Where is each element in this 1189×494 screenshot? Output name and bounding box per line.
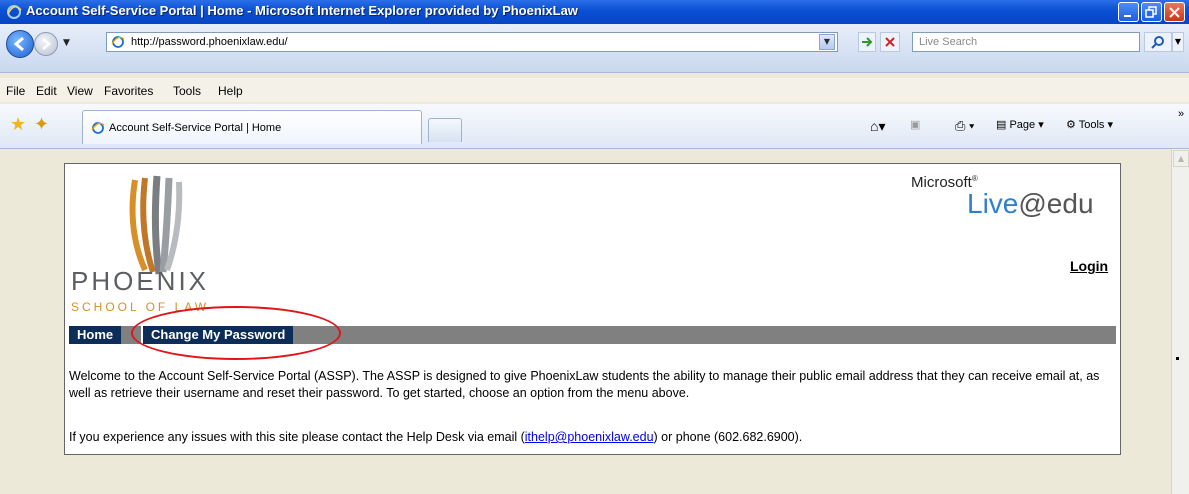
menu-view[interactable]: View bbox=[67, 84, 93, 98]
menu-favorites[interactable]: Favorites bbox=[104, 84, 153, 98]
highlight-circle bbox=[131, 306, 341, 360]
gear-icon: ⚙ bbox=[1066, 119, 1079, 131]
nav-home[interactable]: Home bbox=[69, 326, 122, 344]
scroll-up-icon[interactable]: ▲ bbox=[1173, 150, 1189, 167]
menu-file[interactable]: File bbox=[6, 84, 25, 98]
live-edu-brand: Live@edu bbox=[967, 188, 1094, 220]
address-url: http://password.phoenixlaw.edu/ bbox=[131, 36, 288, 48]
stop-icon bbox=[885, 37, 895, 47]
phoenix-logo-icon bbox=[129, 175, 183, 275]
help-prefix: If you experience any issues with this s… bbox=[69, 430, 525, 444]
tab-account-portal[interactable]: Account Self-Service Portal | Home bbox=[82, 110, 422, 144]
chevron-more-icon[interactable]: » bbox=[1178, 108, 1184, 120]
logo-wordmark: PHOENIX bbox=[71, 266, 210, 296]
add-favorite-icon[interactable]: ✦ bbox=[34, 114, 49, 135]
page-menu-label: Page bbox=[1009, 119, 1036, 131]
page-menu-button[interactable]: ▤ Page ▾ bbox=[996, 118, 1044, 131]
tab-label: Account Self-Service Portal | Home bbox=[109, 122, 282, 134]
history-dropdown-icon[interactable]: ▼ bbox=[63, 38, 70, 48]
portal-page: PHOENIX SCHOOL OF LAW Microsoft® Live@ed… bbox=[64, 163, 1121, 455]
window-title-bar[interactable]: Account Self-Service Portal | Home - Mic… bbox=[0, 0, 1189, 24]
search-options-icon[interactable]: ▼ bbox=[1172, 32, 1184, 52]
new-tab-button[interactable] bbox=[428, 118, 462, 142]
home-icon[interactable]: ⌂▾ bbox=[870, 118, 885, 135]
feeds-icon[interactable]: ▣ bbox=[910, 118, 920, 131]
maximize-button[interactable] bbox=[1141, 2, 1162, 22]
address-dropdown-icon[interactable]: ▼ bbox=[819, 34, 835, 50]
live-label: Live bbox=[967, 188, 1019, 219]
minimize-button[interactable] bbox=[1118, 2, 1139, 22]
viewport-dot bbox=[1176, 357, 1179, 360]
restore-icon bbox=[1145, 6, 1157, 18]
ie-logo-icon bbox=[7, 5, 22, 19]
vertical-scrollbar[interactable]: ▲ bbox=[1171, 149, 1189, 494]
close-button[interactable] bbox=[1164, 2, 1185, 22]
menu-tools[interactable]: Tools bbox=[173, 84, 201, 98]
page-menu-icon: ▤ bbox=[996, 119, 1010, 131]
help-email-link[interactable]: ithelp@phoenixlaw.edu bbox=[525, 430, 654, 444]
microsoft-label: Microsoft bbox=[911, 174, 972, 191]
forward-button[interactable] bbox=[34, 32, 58, 56]
tools-menu-button[interactable]: ⚙ Tools ▾ bbox=[1066, 118, 1113, 131]
search-button[interactable] bbox=[1144, 32, 1172, 52]
close-icon bbox=[1169, 7, 1180, 18]
ie-page-icon bbox=[111, 36, 125, 48]
menu-edit[interactable]: Edit bbox=[36, 84, 57, 98]
address-bar[interactable]: http://password.phoenixlaw.edu/ ▼ bbox=[106, 32, 838, 52]
ie-tab-icon bbox=[91, 122, 105, 134]
welcome-text: Welcome to the Account Self-Service Port… bbox=[69, 369, 1100, 400]
back-button[interactable] bbox=[6, 30, 34, 58]
edu-label: @edu bbox=[1018, 188, 1094, 219]
help-text: If you experience any issues with this s… bbox=[69, 430, 802, 444]
forward-arrow-icon bbox=[42, 38, 51, 50]
favorites-center-icon[interactable]: ★ bbox=[10, 114, 26, 135]
minimize-icon bbox=[1124, 15, 1131, 17]
registered-mark: ® bbox=[971, 174, 978, 183]
tab-bar: ★ ✦ Account Self-Service Portal | Home ⌂… bbox=[0, 104, 1189, 149]
menu-bar: File Edit View Favorites Tools Help bbox=[0, 78, 1189, 102]
stop-button[interactable] bbox=[880, 32, 900, 52]
back-arrow-icon bbox=[13, 36, 24, 52]
magnifier-icon bbox=[1151, 36, 1164, 49]
go-arrow-icon bbox=[862, 37, 873, 47]
go-button[interactable] bbox=[858, 32, 876, 52]
print-icon[interactable]: ⎙ ▾ bbox=[955, 118, 974, 134]
search-placeholder: Live Search bbox=[919, 36, 978, 48]
menu-help[interactable]: Help bbox=[218, 84, 243, 98]
address-toolbar: ▼ http://password.phoenixlaw.edu/ ▼ Live… bbox=[0, 24, 1189, 73]
login-link[interactable]: Login bbox=[1070, 258, 1108, 274]
window-title: Account Self-Service Portal | Home - Mic… bbox=[26, 3, 578, 18]
tools-menu-label: Tools bbox=[1078, 119, 1105, 131]
search-input[interactable]: Live Search bbox=[912, 32, 1140, 52]
help-suffix: ) or phone (602.682.6900). bbox=[653, 430, 803, 444]
